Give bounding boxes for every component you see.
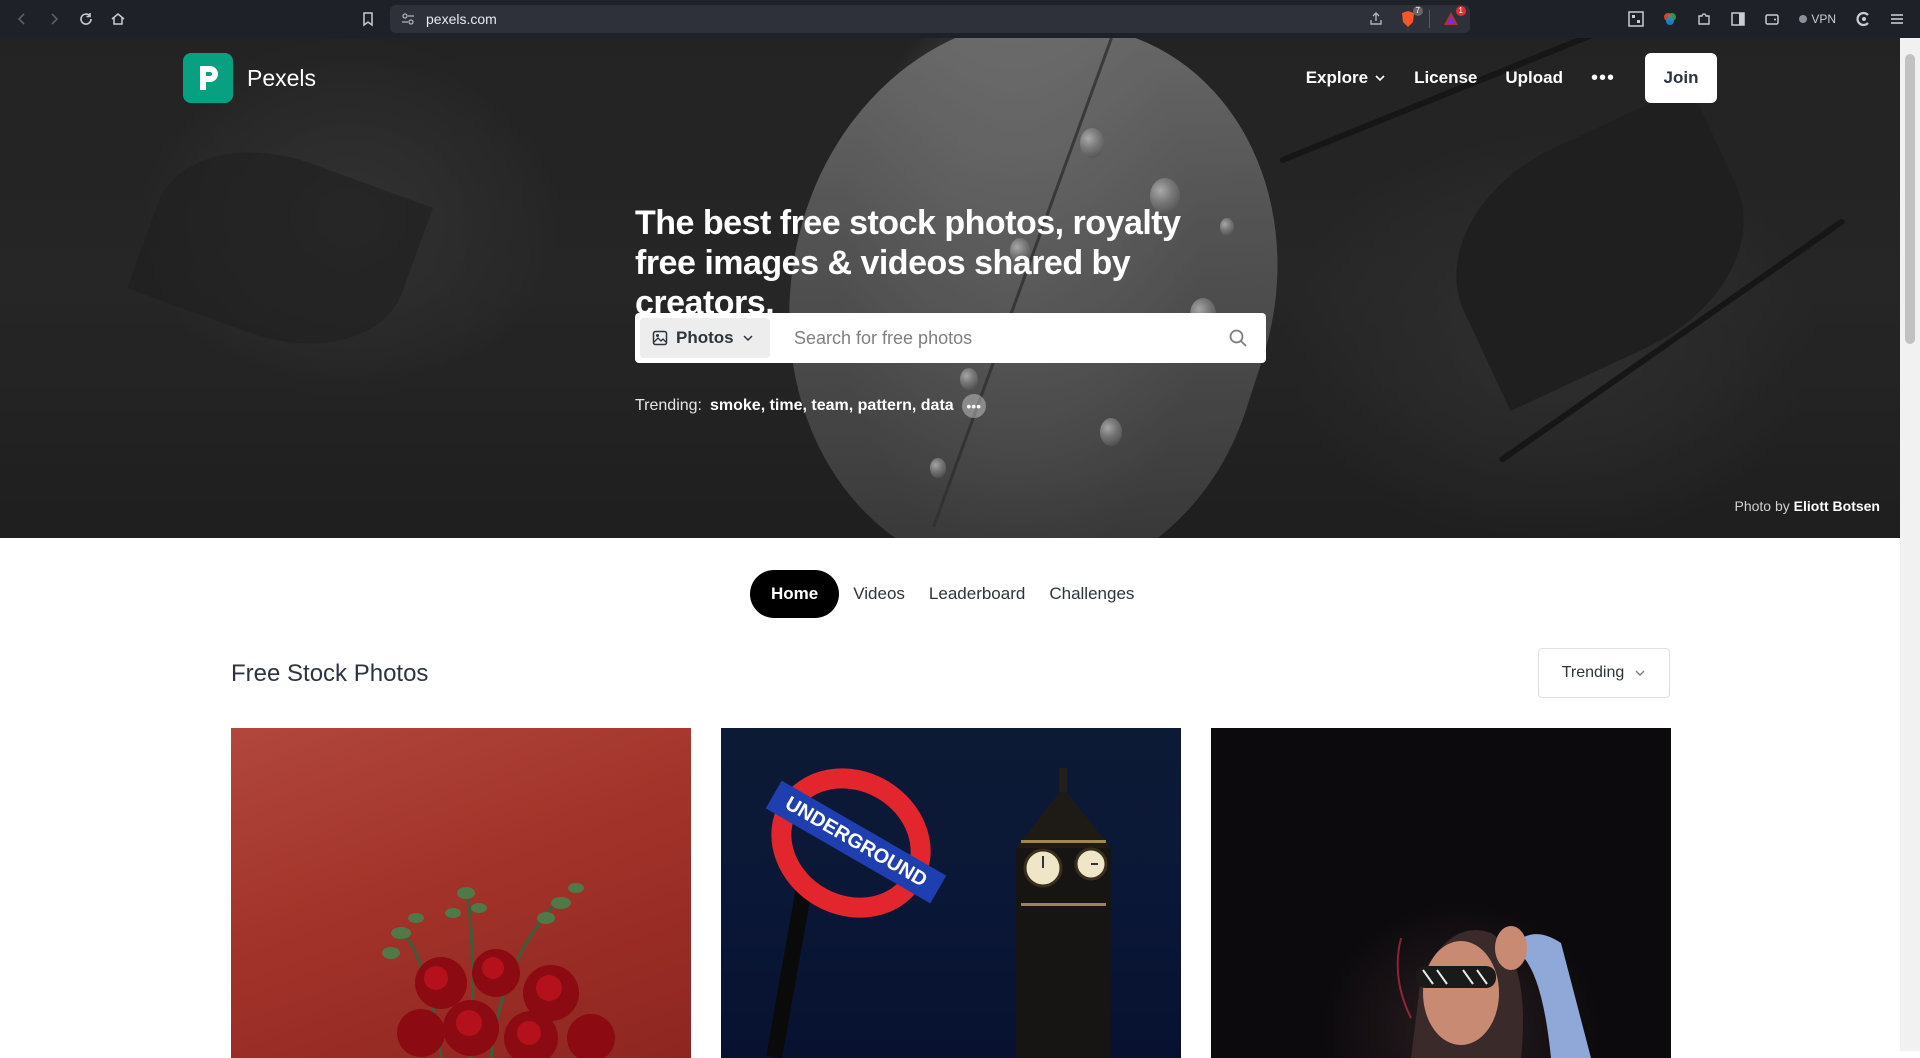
forward-icon[interactable] bbox=[38, 5, 70, 33]
tab-leaderboard[interactable]: Leaderboard bbox=[919, 570, 1035, 618]
roses-image bbox=[382, 883, 615, 1058]
brave-shields-icon[interactable]: 7 bbox=[1397, 6, 1423, 30]
extensions-icon[interactable] bbox=[1691, 5, 1717, 33]
chevron-down-icon bbox=[1635, 670, 1645, 676]
qr-extension-icon[interactable] bbox=[1623, 5, 1649, 33]
license-link[interactable]: License bbox=[1414, 68, 1477, 88]
section-title: Free Stock Photos bbox=[231, 660, 429, 687]
woman-portrait-image bbox=[1396, 926, 1591, 1058]
chevron-down-icon bbox=[743, 335, 753, 342]
tab-challenges[interactable]: Challenges bbox=[1039, 570, 1144, 618]
top-navigation: Pexels Explore License Upload ••• Join bbox=[0, 38, 1900, 118]
photo-credit: Photo by Eliott Botsen bbox=[1735, 498, 1881, 514]
brand-name: Pexels bbox=[247, 64, 317, 91]
search-button[interactable] bbox=[1210, 328, 1266, 348]
browser-toolbar: pexels.com 7 1 VPN bbox=[0, 0, 1920, 38]
search-icon bbox=[1229, 329, 1247, 347]
shields-badge: 7 bbox=[1412, 6, 1423, 16]
divider bbox=[1429, 10, 1430, 28]
image-icon bbox=[652, 330, 668, 346]
trending-term[interactable]: smoke bbox=[710, 397, 761, 415]
url-text: pexels.com bbox=[426, 11, 497, 27]
photo-card-roses[interactable] bbox=[231, 728, 691, 1058]
search-bar: Photos bbox=[635, 313, 1266, 363]
bookmark-icon[interactable] bbox=[352, 5, 384, 33]
tab-videos[interactable]: Videos bbox=[843, 570, 915, 618]
hero-section: Pexels Explore License Upload ••• Join T… bbox=[0, 38, 1900, 538]
london-image: UNDERGROUND bbox=[765, 768, 1111, 1058]
photo-card-woman[interactable] bbox=[1211, 728, 1671, 1058]
reload-icon[interactable] bbox=[70, 5, 102, 33]
site-settings-icon[interactable] bbox=[400, 11, 416, 27]
upload-link[interactable]: Upload bbox=[1505, 68, 1563, 88]
rewards-badge: 1 bbox=[1455, 6, 1466, 16]
content-tabs: Home Videos Leaderboard Challenges bbox=[750, 570, 1144, 618]
search-input[interactable] bbox=[770, 327, 1210, 349]
search-type-label: Photos bbox=[676, 328, 734, 347]
vpn-label: VPN bbox=[1811, 12, 1836, 26]
vpn-status-icon bbox=[1799, 15, 1808, 23]
pexels-logo[interactable]: Pexels bbox=[183, 53, 316, 103]
photo-card-london[interactable]: UNDERGROUND bbox=[721, 728, 1181, 1058]
sidebar-icon[interactable] bbox=[1725, 5, 1751, 33]
trending-term[interactable]: data bbox=[921, 397, 954, 415]
photo-credit-author[interactable]: Eliott Botsen bbox=[1794, 498, 1880, 514]
home-icon[interactable] bbox=[102, 5, 134, 33]
brave-rewards-icon[interactable]: 1 bbox=[1440, 6, 1466, 30]
wallet-icon[interactable] bbox=[1759, 5, 1785, 33]
explore-menu[interactable]: Explore bbox=[1306, 68, 1386, 88]
explore-label: Explore bbox=[1305, 68, 1369, 87]
join-button[interactable]: Join bbox=[1645, 53, 1717, 103]
back-icon[interactable] bbox=[6, 5, 38, 33]
more-trending-icon[interactable]: ••• bbox=[961, 394, 986, 418]
color-picker-extension-icon[interactable] bbox=[1657, 5, 1683, 33]
trending-searches: Trending: smoke, time, team, pattern, da… bbox=[635, 394, 986, 418]
share-icon[interactable] bbox=[1365, 8, 1387, 30]
main-menu: Explore License Upload ••• Join bbox=[1278, 53, 1717, 103]
photo-credit-prefix: Photo by bbox=[1734, 498, 1790, 514]
trending-label: Trending: bbox=[635, 397, 702, 414]
search-type-select[interactable]: Photos bbox=[640, 318, 770, 358]
pexels-logo-icon bbox=[183, 53, 233, 103]
trending-term[interactable]: time bbox=[770, 397, 803, 415]
trending-term[interactable]: pattern bbox=[858, 397, 912, 415]
scrollbar-thumb[interactable] bbox=[1905, 54, 1915, 344]
page-scrollbar[interactable] bbox=[1900, 38, 1920, 1051]
hero-headline: The best free stock photos, royalty free… bbox=[635, 204, 1181, 322]
leo-ai-icon[interactable] bbox=[1850, 5, 1876, 33]
vpn-button[interactable]: VPN bbox=[1793, 12, 1842, 26]
trending-term[interactable]: team bbox=[811, 397, 848, 415]
chevron-down-icon bbox=[1375, 75, 1385, 82]
address-bar[interactable]: pexels.com 7 1 bbox=[390, 5, 1470, 33]
browser-menu-icon[interactable] bbox=[1884, 5, 1910, 33]
tab-home[interactable]: Home bbox=[750, 570, 840, 618]
sort-label: Trending bbox=[1561, 664, 1625, 681]
photo-grid: UNDERGROUND bbox=[231, 728, 1671, 1058]
more-options-icon[interactable]: ••• bbox=[1591, 67, 1615, 90]
sort-dropdown[interactable]: Trending bbox=[1538, 648, 1670, 698]
